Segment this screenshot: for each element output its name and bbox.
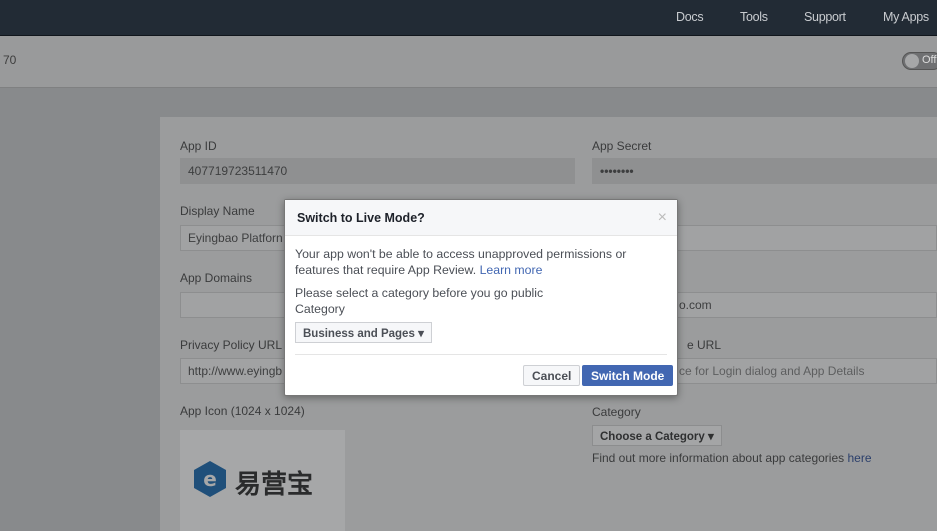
app-id-field: 407719723511470 <box>180 158 575 184</box>
terms-url-label: e URL <box>687 338 722 352</box>
cancel-button[interactable]: Cancel <box>523 365 581 386</box>
app-icon-image[interactable]: e 易营宝 <box>180 430 345 531</box>
category-value: Business and Pages <box>303 328 415 340</box>
dialog-category-label: Category <box>295 302 345 316</box>
choose-category-dropdown[interactable]: Choose a Category ▾ <box>592 425 722 446</box>
caret-down-icon: ▾ <box>418 328 424 340</box>
nav-my-apps[interactable]: My Apps <box>883 10 929 24</box>
caret-down-icon: ▾ <box>708 431 714 443</box>
app-domains-label: App Domains <box>180 271 253 285</box>
category-button-label: Choose a Category <box>600 431 705 443</box>
top-nav-bar: Docs Tools Support My Apps <box>0 0 937 36</box>
switch-mode-button[interactable]: Switch Mode <box>582 365 674 386</box>
app-secret-label: App Secret <box>592 139 652 153</box>
divider <box>295 354 667 355</box>
close-icon[interactable]: × <box>658 209 667 227</box>
app-secret-field[interactable]: •••••••• <box>592 158 937 184</box>
svg-text:e: e <box>203 467 217 491</box>
nav-tools[interactable]: Tools <box>740 10 768 24</box>
category-help-link[interactable]: here <box>847 451 871 465</box>
display-name-label: Display Name <box>180 204 255 218</box>
logo-text: 易营宝 <box>235 470 314 500</box>
category-help-text: Find out more information about app cate… <box>592 451 872 465</box>
app-header: 70 Off <box>0 36 937 88</box>
logo-icon: e <box>194 461 226 497</box>
select-prompt: Please select a category before you go p… <box>295 286 544 300</box>
nav-docs[interactable]: Docs <box>676 10 704 24</box>
nav-support[interactable]: Support <box>804 10 846 24</box>
switch-live-mode-dialog: Switch to Live Mode? × Your app won't be… <box>284 199 678 396</box>
category-label: Category <box>592 405 641 419</box>
toggle-label: Off <box>922 54 937 66</box>
live-mode-toggle[interactable]: Off <box>902 52 937 70</box>
learn-more-link[interactable]: Learn more <box>480 263 543 277</box>
dialog-message: Your app won't be able to access unappro… <box>295 246 667 278</box>
app-id-label: App ID <box>180 139 217 153</box>
category-dropdown[interactable]: Business and Pages ▾ <box>295 322 432 343</box>
message-text: Your app won't be able to access unappro… <box>295 247 627 277</box>
dialog-title: Switch to Live Mode? <box>285 200 677 236</box>
app-icon-label: App Icon (1024 x 1024) <box>180 404 305 418</box>
category-help-label: Find out more information about app cate… <box>592 451 848 465</box>
app-id-fragment: 70 <box>3 53 17 67</box>
privacy-policy-label: Privacy Policy URL <box>180 338 283 352</box>
